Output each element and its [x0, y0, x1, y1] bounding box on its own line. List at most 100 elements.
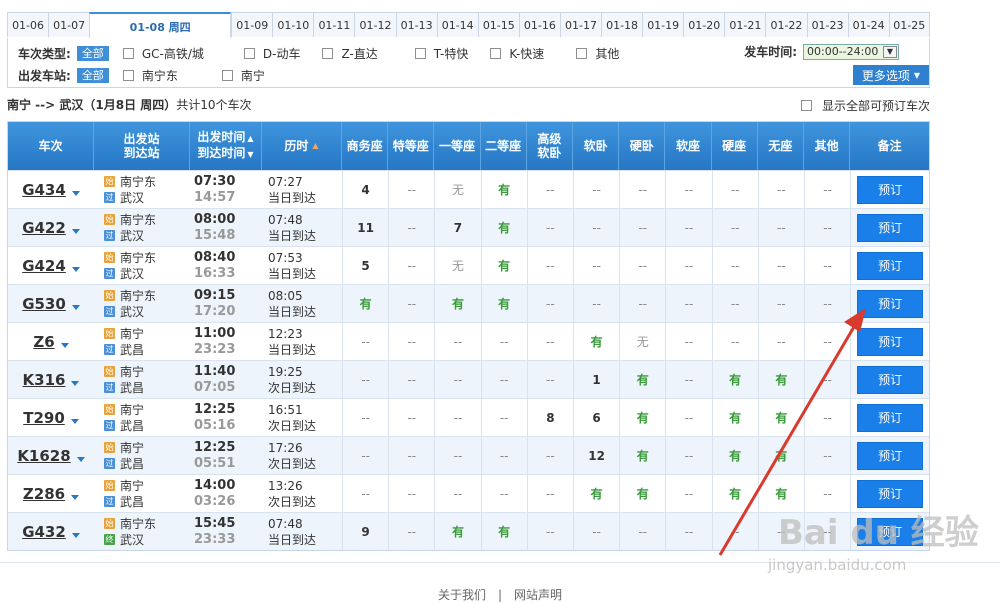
- train-type-option-0[interactable]: GC-高铁/城: [122, 45, 204, 62]
- sort-up-icon[interactable]: ▲: [247, 134, 253, 143]
- chevron-down-icon[interactable]: [71, 381, 80, 386]
- date-tab-3[interactable]: 01-09: [231, 12, 273, 37]
- more-options-button[interactable]: 更多选项 ▼: [853, 65, 929, 85]
- seat-cell-5: 有: [573, 323, 619, 360]
- book-button[interactable]: 预订: [857, 327, 924, 356]
- statement-link[interactable]: 网站声明: [514, 588, 562, 602]
- train-number-link[interactable]: G432: [22, 523, 66, 541]
- train-type-checkbox[interactable]: [490, 47, 502, 59]
- station-checkbox[interactable]: [122, 69, 134, 81]
- train-number-link[interactable]: G530: [22, 295, 66, 313]
- remark-cell: 预订: [850, 323, 929, 360]
- date-tab-18[interactable]: 01-24: [847, 12, 889, 37]
- station-all-button[interactable]: 全部: [76, 67, 109, 83]
- train-number-link[interactable]: Z286: [23, 485, 65, 503]
- sort-up-icon[interactable]: ▲: [312, 139, 318, 153]
- header-time-row[interactable]: 出发时间 ▲: [197, 130, 253, 146]
- departure-time-select[interactable]: 00:00--24:00 ▼: [803, 43, 899, 60]
- date-tab-7[interactable]: 01-13: [395, 12, 437, 37]
- date-tab-15[interactable]: 01-21: [724, 12, 766, 37]
- book-button[interactable]: 预订: [857, 175, 924, 204]
- train-type-option-5[interactable]: 其他: [576, 45, 619, 62]
- book-button[interactable]: 预订: [857, 479, 924, 508]
- date-tab-1[interactable]: 01-07: [48, 12, 90, 37]
- train-type-option-1[interactable]: D-动车: [243, 45, 300, 62]
- train-type-option-4[interactable]: K-快速: [490, 45, 544, 62]
- header-seat-3-label: 二等座: [485, 139, 522, 153]
- chevron-down-icon[interactable]: ▼: [883, 45, 897, 58]
- date-tab-19[interactable]: 01-25: [888, 12, 930, 37]
- train-number-link[interactable]: Z6: [33, 333, 54, 351]
- date-tab-8[interactable]: 01-14: [436, 12, 478, 37]
- train-type-all-button[interactable]: 全部: [76, 45, 109, 61]
- date-tab-2[interactable]: 01-08 周四: [89, 12, 232, 39]
- search-summary: 南宁 --> 武汉（1月8日 周四）共计10个车次: [7, 96, 252, 113]
- seat-availability: --: [684, 220, 694, 235]
- date-tab-13[interactable]: 01-19: [642, 12, 684, 37]
- date-tab-5[interactable]: 01-11: [313, 12, 355, 37]
- book-button[interactable]: 预订: [857, 289, 924, 318]
- header-time-row[interactable]: 到达时间 ▼: [197, 146, 253, 162]
- date-tab-17[interactable]: 01-23: [806, 12, 848, 37]
- train-number-link[interactable]: T290: [23, 409, 65, 427]
- train-number-link[interactable]: G434: [22, 181, 66, 199]
- date-tab-14[interactable]: 01-20: [683, 12, 725, 37]
- chevron-down-icon[interactable]: [71, 495, 80, 500]
- departure-time: 11:40: [194, 363, 236, 379]
- chevron-down-icon[interactable]: [60, 343, 69, 348]
- train-type-option-3[interactable]: T-特快: [414, 45, 468, 62]
- train-type-checkbox[interactable]: [414, 47, 426, 59]
- departure-station: 始南宁: [104, 364, 144, 380]
- book-button[interactable]: 预订: [857, 365, 924, 394]
- train-type-option-2[interactable]: Z-直达: [322, 45, 378, 62]
- train-type-checkbox[interactable]: [243, 47, 255, 59]
- train-type-checkbox[interactable]: [322, 47, 334, 59]
- chevron-down-icon[interactable]: [71, 229, 80, 234]
- chevron-down-icon[interactable]: [71, 533, 80, 538]
- date-tab-9[interactable]: 01-15: [477, 12, 519, 37]
- train-number-link[interactable]: K316: [23, 371, 66, 389]
- date-tab-16[interactable]: 01-22: [765, 12, 807, 37]
- seat-availability: --: [407, 220, 417, 235]
- date-tab-0[interactable]: 01-06: [7, 12, 49, 37]
- station-checkbox[interactable]: [221, 69, 233, 81]
- about-link[interactable]: 关于我们: [438, 588, 486, 602]
- table-row: G424 始南宁东过武汉 08:40 16:33 07:53 当日到达 5 -- 无有 -- -- -…: [8, 246, 929, 284]
- date-tab-6[interactable]: 01-12: [354, 12, 396, 37]
- table-header: 车次 出发站 到达站 出发时间 ▲ 到达时间 ▼ 历时 ▲ 商务座 特等座 一等座 二等座 高级软卧 软卧硬…: [8, 122, 929, 170]
- arrival-station: 过武汉: [104, 266, 144, 282]
- station-option-0[interactable]: 南宁东: [122, 67, 178, 84]
- date-tab-4[interactable]: 01-10: [272, 12, 314, 37]
- seat-cell-7: --: [665, 475, 711, 512]
- chevron-down-icon[interactable]: [76, 457, 85, 462]
- chevron-down-icon[interactable]: [70, 419, 79, 424]
- seat-cell-5: --: [573, 247, 619, 284]
- train-type-checkbox[interactable]: [576, 47, 588, 59]
- date-tab-11[interactable]: 01-17: [559, 12, 602, 37]
- chevron-down-icon[interactable]: [71, 191, 80, 196]
- arrival-station: 过武昌: [104, 342, 144, 358]
- seat-availability: --: [499, 486, 509, 501]
- chevron-down-icon[interactable]: [71, 267, 80, 272]
- date-tab-10[interactable]: 01-16: [518, 12, 560, 37]
- train-number-link[interactable]: G422: [22, 219, 66, 237]
- date-tab-12[interactable]: 01-18: [601, 12, 643, 37]
- book-button[interactable]: 预订: [857, 213, 924, 242]
- train-type-checkbox[interactable]: [122, 47, 134, 59]
- train-number-link[interactable]: K1628: [17, 447, 70, 465]
- sort-down-icon[interactable]: ▼: [247, 150, 253, 159]
- train-cell: Z286: [8, 475, 94, 512]
- seat-availability: --: [361, 334, 370, 349]
- seat-availability: 无: [636, 335, 649, 349]
- show-all-checkbox[interactable]: [800, 100, 812, 111]
- arrival-station: 过武汉: [104, 304, 144, 320]
- seat-cell-5: 12: [573, 437, 619, 474]
- book-button[interactable]: 预订: [857, 403, 924, 432]
- train-number-link[interactable]: G424: [22, 257, 66, 275]
- book-button[interactable]: 预订: [857, 441, 924, 470]
- station-option-1[interactable]: 南宁: [221, 67, 265, 84]
- show-all-toggle[interactable]: 显示全部可预订车次: [800, 97, 930, 114]
- book-button[interactable]: 预订: [857, 251, 924, 280]
- seat-availability: --: [592, 182, 601, 197]
- chevron-down-icon[interactable]: [71, 305, 80, 310]
